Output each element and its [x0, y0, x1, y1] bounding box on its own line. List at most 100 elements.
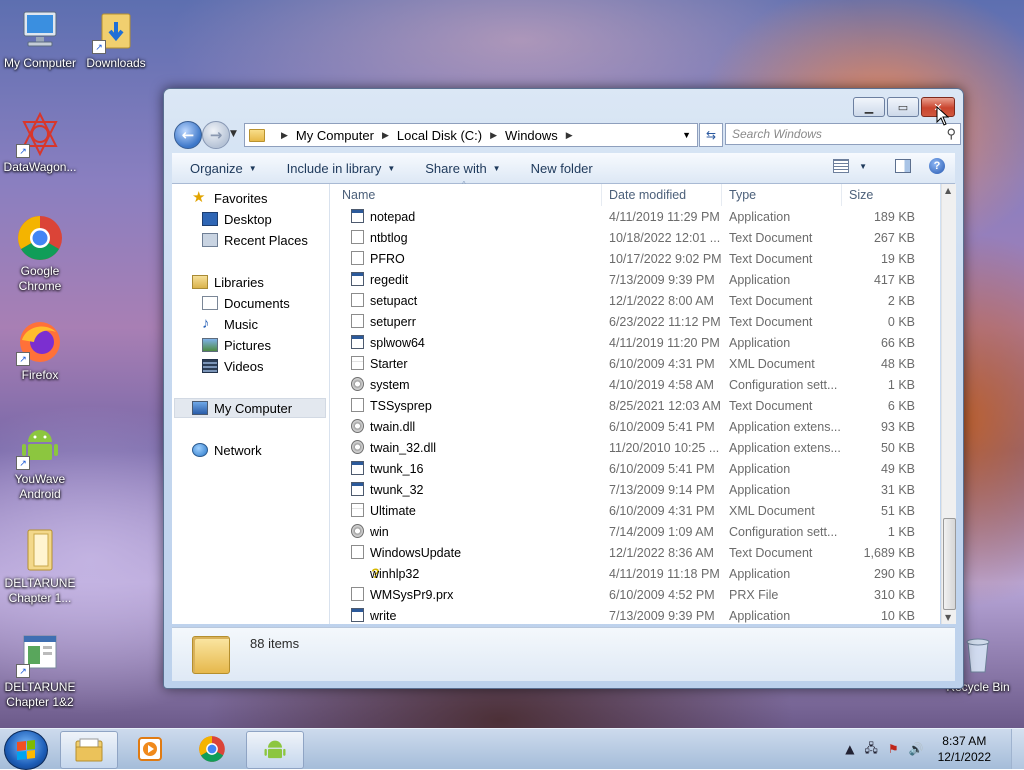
help-icon[interactable]: ?	[929, 158, 945, 174]
file-row[interactable]: system 4/10/2019 4:58 AM Configuration set…	[330, 374, 940, 395]
breadcrumb-local-disk[interactable]: Local Disk (C:)	[397, 128, 482, 143]
column-header-date[interactable]: Date modified	[602, 184, 722, 206]
desktop-icon-google-chrome[interactable]: Google Chrome	[0, 214, 80, 294]
file-type-icon	[351, 461, 364, 475]
vertical-scrollbar[interactable]: ▲ ▼	[941, 184, 956, 624]
file-row[interactable]: ? winhlp32 4/11/2019 11:18 PM Application 29…	[330, 563, 940, 584]
scrollbar-thumb[interactable]	[943, 518, 956, 610]
share-with-button[interactable]: Share with ▼	[425, 161, 500, 176]
history-dropdown-button[interactable]: ▼	[230, 129, 237, 139]
file-row[interactable]: ntbtlog 10/18/2022 12:01 ... Text Document…	[330, 227, 940, 248]
breadcrumb-windows[interactable]: Windows	[505, 128, 558, 143]
include-in-library-button[interactable]: Include in library ▼	[287, 161, 396, 176]
desktop-icon-downloads[interactable]: ↗ Downloads	[76, 6, 156, 71]
nav-videos[interactable]: Videos	[202, 356, 264, 376]
column-header-type[interactable]: Type	[722, 184, 842, 206]
taskbar-chrome-button[interactable]	[184, 731, 240, 767]
file-date: 6/10/2009 5:41 PM	[609, 461, 715, 476]
nav-music[interactable]: ♪ Music	[202, 314, 258, 334]
nav-pictures[interactable]: Pictures	[202, 335, 271, 355]
file-row[interactable]: twain.dll 6/10/2009 5:41 PM Application ex…	[330, 416, 940, 437]
file-row[interactable]: WMSysPr9.prx 6/10/2009 4:52 PM PRX File 310…	[330, 584, 940, 605]
volume-icon[interactable]: 🔊	[909, 742, 924, 756]
clock[interactable]: 8:37 AM 12/1/2022	[938, 733, 991, 765]
organize-button[interactable]: Organize ▼	[190, 161, 257, 176]
nav-desktop[interactable]: Desktop	[202, 209, 272, 229]
file-row[interactable]: setuperr 6/23/2022 11:12 PM Text Document 0…	[330, 311, 940, 332]
desktop-icon-youwave[interactable]: ↗ YouWave Android	[0, 422, 80, 502]
file-name: WindowsUpdate	[370, 545, 462, 560]
file-row[interactable]: splwow64 4/11/2019 11:20 PM Application 66 …	[330, 332, 940, 353]
file-size: 417 KB	[873, 272, 915, 287]
nav-documents[interactable]: Documents	[202, 293, 290, 313]
file-date: 4/11/2019 11:29 PM	[609, 209, 720, 224]
refresh-button[interactable]: ⇆	[699, 123, 723, 147]
file-row[interactable]: notepad 4/11/2019 11:29 PM Application 189 …	[330, 206, 940, 227]
address-bar[interactable]: ▶ My Computer ▶ Local Disk (C:) ▶ Window…	[244, 123, 698, 147]
file-type-icon	[351, 251, 364, 265]
file-size: 310 KB	[873, 587, 915, 602]
file-row[interactable]: twain_32.dll 11/20/2010 10:25 ... Applicat…	[330, 437, 940, 458]
file-type: Text Document	[729, 545, 813, 560]
file-row[interactable]: setupact 12/1/2022 8:00 AM Text Document 2 …	[330, 290, 940, 311]
scroll-up-icon[interactable]: ▲	[945, 186, 951, 195]
action-center-icon[interactable]: ⚑	[888, 742, 899, 756]
forward-button[interactable]: →	[202, 121, 230, 149]
shortcut-arrow-icon: ↗	[92, 40, 106, 54]
chevron-down-icon[interactable]: ▼	[859, 162, 867, 171]
file-row[interactable]: Ultimate 6/10/2009 4:31 PM XML Document 51 …	[330, 500, 940, 521]
taskbar-media-player-button[interactable]	[122, 731, 178, 767]
taskbar-youwave-button[interactable]	[246, 731, 304, 769]
show-hidden-icons-icon[interactable]: ▲	[845, 742, 854, 756]
nav-recent-places[interactable]: Recent Places	[202, 230, 308, 250]
application-window-icon: ↗	[16, 630, 64, 678]
breadcrumb-my-computer[interactable]: My Computer	[296, 128, 374, 143]
nav-libraries[interactable]: Libraries	[192, 272, 264, 292]
back-button[interactable]: ←	[174, 121, 202, 149]
search-icon[interactable]: ⚲	[946, 126, 956, 142]
file-row[interactable]: regedit 7/13/2009 9:39 PM Application 417 K…	[330, 269, 940, 290]
desktop-icon-firefox[interactable]: ↗ Firefox	[0, 318, 80, 383]
desktop-icon-deltarune-1-2[interactable]: ↗ DELTARUNE Chapter 1&2	[0, 630, 80, 710]
new-folder-button[interactable]: New folder	[531, 161, 593, 176]
scroll-down-icon[interactable]: ▼	[945, 613, 951, 622]
file-row[interactable]: TSSysprep 8/25/2021 12:03 AM Text Document…	[330, 395, 940, 416]
nav-label: My Computer	[214, 400, 293, 416]
libraries-icon	[192, 275, 208, 289]
nav-favorites[interactable]: ★ Favorites	[192, 188, 267, 208]
address-dropdown-icon[interactable]: ▼	[682, 130, 691, 140]
include-in-library-label: Include in library	[286, 160, 382, 176]
minimize-button[interactable]: ▁	[853, 97, 885, 117]
file-row[interactable]: WindowsUpdate 12/1/2022 8:36 AM Text Docum…	[330, 542, 940, 563]
explorer-window[interactable]: ▁ ▭ ✕ ← → ▼ ▶ My Computer ▶ Local Disk (…	[163, 88, 964, 689]
maximize-button[interactable]: ▭	[887, 97, 919, 117]
nav-my-computer[interactable]: My Computer	[174, 398, 326, 418]
show-desktop-button[interactable]	[1011, 729, 1024, 769]
search-input[interactable]: Search Windows ⚲	[725, 123, 961, 145]
file-row[interactable]: twunk_16 6/10/2009 5:41 PM Application 49 K…	[330, 458, 940, 479]
preview-pane-icon[interactable]	[895, 159, 911, 173]
breadcrumb-arrow-icon[interactable]: ▶	[281, 130, 288, 141]
column-header-size[interactable]: Size	[842, 184, 922, 206]
file-row[interactable]: Starter 6/10/2009 4:31 PM XML Document 48 K…	[330, 353, 940, 374]
column-header-name[interactable]: Name ^	[330, 180, 602, 206]
file-row[interactable]: twunk_32 7/13/2009 9:14 PM Application 31 K…	[330, 479, 940, 500]
firefox-icon: ↗	[16, 318, 64, 366]
file-row[interactable]: PFRO 10/17/2022 9:02 PM Text Document 19 KB	[330, 248, 940, 269]
desktop-icon-deltarune-1[interactable]: DELTARUNE Chapter 1...	[0, 526, 80, 606]
file-type-icon	[351, 608, 364, 622]
folder-icon	[192, 636, 230, 674]
network-status-icon[interactable]: 🖧	[865, 739, 878, 760]
desktop-icon-datawagon[interactable]: ↗ DataWagon...	[0, 110, 80, 175]
file-size: 2 KB	[887, 293, 915, 308]
file-row[interactable]: win 7/14/2009 1:09 AM Configuration sett..…	[330, 521, 940, 542]
desktop-icon-my-computer[interactable]: My Computer	[0, 6, 80, 71]
start-button[interactable]	[4, 730, 48, 770]
nav-network[interactable]: Network	[192, 440, 262, 460]
breadcrumb-arrow-icon[interactable]: ▶	[566, 130, 573, 141]
breadcrumb-arrow-icon[interactable]: ▶	[382, 130, 389, 141]
change-view-icon[interactable]	[833, 159, 850, 173]
taskbar-explorer-button[interactable]	[60, 731, 118, 769]
file-row[interactable]: write 7/13/2009 9:39 PM Application 10 KB	[330, 605, 940, 626]
breadcrumb-arrow-icon[interactable]: ▶	[490, 130, 497, 141]
